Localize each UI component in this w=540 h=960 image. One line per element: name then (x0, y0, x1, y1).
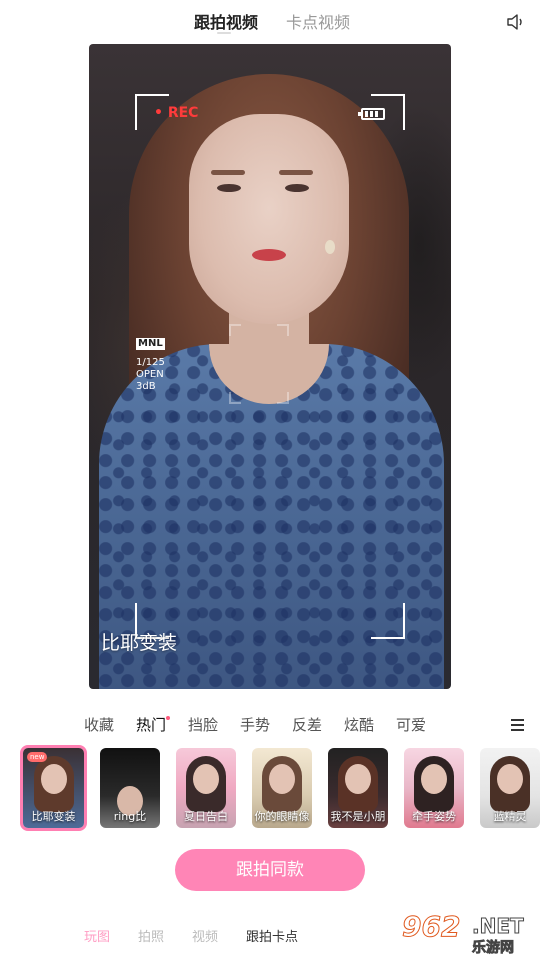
thumbnail-item[interactable]: 蓝精灵 (480, 748, 540, 828)
thumbnail-item[interactable]: 你的眼睛像 (252, 748, 312, 828)
category-face-cover[interactable]: 挡脸 (188, 714, 218, 735)
mode-tab-video[interactable]: 视频 (192, 926, 218, 945)
new-badge: new (27, 752, 48, 762)
top-tab-bar: 跟拍视频 卡点视频 (0, 0, 540, 40)
follow-shoot-button[interactable]: 跟拍同款 (175, 849, 365, 891)
thumbnail-item[interactable]: 牵手姿势 (404, 748, 464, 828)
camera-preview[interactable]: • REC MNL 1/125 OPEN 3dB 比耶变装 (89, 44, 451, 689)
category-cool[interactable]: 炫酷 (344, 714, 374, 735)
focus-frame-icon (229, 324, 289, 404)
thumbnail-item[interactable]: ring比 (100, 748, 160, 828)
category-gesture[interactable]: 手势 (240, 714, 270, 735)
mode-tab-photo-edit[interactable]: 玩图 (84, 926, 110, 945)
category-bar: 收藏 热门 挡脸 手势 反差 炫酷 可爱 (0, 714, 540, 738)
category-cute[interactable]: 可爱 (396, 714, 426, 735)
category-favorites[interactable]: 收藏 (84, 714, 114, 735)
category-contrast[interactable]: 反差 (292, 714, 322, 735)
effect-name: 比耶变装 (101, 632, 178, 654)
shutter-value: 1/125 (136, 357, 165, 368)
right-brow (279, 170, 313, 175)
hamburger-menu-icon[interactable] (511, 719, 524, 731)
thumbnail-item[interactable]: 我不是小朋 (328, 748, 388, 828)
speaker-icon[interactable] (506, 13, 526, 31)
thumbnail-label: 比耶变装 (31, 810, 76, 823)
thumbnail-item[interactable]: new 比耶变装 (20, 745, 87, 831)
new-dot (166, 716, 170, 720)
right-eye (285, 184, 309, 192)
rec-indicator: • REC (154, 105, 199, 121)
thumbnail-label: 蓝精灵 (493, 810, 527, 823)
mode-tab-camera[interactable]: 拍照 (138, 926, 164, 945)
lips (252, 249, 286, 261)
watermark-cn: 乐游网 (472, 940, 515, 957)
mode-tab-follow-beat[interactable]: 跟拍卡点 (246, 926, 298, 945)
earring (325, 240, 335, 254)
site-watermark: 962 .NET 乐游网 (400, 910, 535, 957)
thumbnail-label: 牵手姿势 (412, 810, 456, 823)
left-brow (211, 170, 245, 175)
subject-face (189, 114, 349, 324)
battery-icon (358, 108, 385, 120)
thumbnail-label: 我不是小朋 (330, 810, 386, 823)
tab-beat-video[interactable]: 卡点视频 (286, 9, 350, 33)
thumbnail-label: 你的眼睛像 (254, 810, 310, 823)
thumbnail-label: 夏日告白 (184, 810, 228, 823)
effect-thumbnail-row: new 比耶变装 ring比 夏日告白 你的眼睛像 我不是小朋 牵手姿势 蓝精灵 (0, 744, 540, 834)
mode-badge: MNL (136, 338, 165, 350)
watermark-net: .NET (472, 914, 525, 939)
watermark-number: 962 (401, 910, 461, 944)
tab-indicator (217, 32, 231, 34)
camera-info: 1/125 OPEN 3dB (136, 357, 165, 393)
thumbnail-label: ring比 (113, 810, 147, 823)
category-hot[interactable]: 热门 (136, 714, 166, 735)
tab-follow-video[interactable]: 跟拍视频 (194, 9, 258, 33)
aperture-value: OPEN (136, 369, 164, 380)
gain-value: 3dB (136, 381, 156, 392)
left-eye (217, 184, 241, 192)
thumbnail-item[interactable]: 夏日告白 (176, 748, 236, 828)
frame-corner-bottom-right (371, 603, 405, 639)
